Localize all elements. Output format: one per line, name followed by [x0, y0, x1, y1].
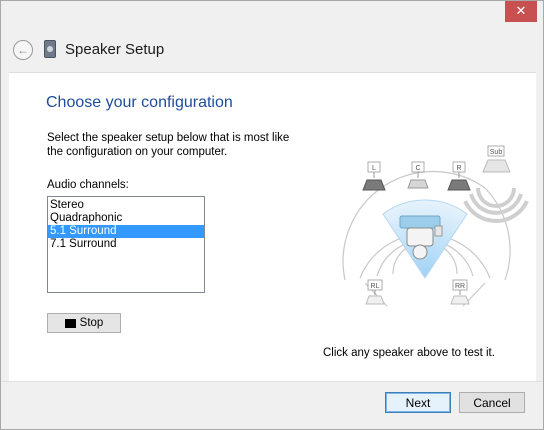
listener-head	[412, 244, 428, 260]
speaker-rear-right[interactable]: RR	[450, 279, 470, 305]
list-item-stereo[interactable]: Stereo	[48, 199, 204, 212]
speaker-center[interactable]: C	[407, 161, 429, 189]
audio-channels-list[interactable]: Stereo Quadraphonic 5.1 Surround 7.1 Sur…	[47, 196, 205, 293]
title-bar: ✕	[1, 1, 543, 31]
subwoofer-box	[434, 225, 443, 237]
speaker-front-right-label: R	[456, 165, 461, 172]
speaker-rear-right-label: RR	[455, 283, 465, 290]
audio-channels-label: Audio channels:	[47, 179, 129, 191]
speaker-subwoofer[interactable]: Sub	[463, 145, 529, 223]
back-arrow-icon: ←	[17, 43, 29, 57]
stop-button[interactable]: Stop	[47, 313, 121, 333]
list-item-5-1-surround[interactable]: 5.1 Surround	[48, 225, 204, 238]
cancel-button[interactable]: Cancel	[459, 392, 525, 413]
back-button[interactable]: ←	[13, 40, 33, 60]
speaker-front-left[interactable]: L	[362, 161, 386, 191]
speaker-icon	[44, 40, 56, 58]
next-button[interactable]: Next	[385, 392, 451, 413]
wizard-footer: Next Cancel	[1, 381, 543, 429]
listener-seat	[406, 227, 434, 247]
test-speaker-hint: Click any speaker above to test it.	[323, 347, 495, 359]
wizard-header: ← Speaker Setup	[1, 31, 543, 71]
wizard-title: Speaker Setup	[65, 41, 165, 58]
speaker-rear-left[interactable]: RL	[365, 279, 385, 305]
speaker-diagram: L C R Sub RL RR	[342, 145, 529, 307]
close-icon: ✕	[515, 4, 527, 19]
speaker-subwoofer-label: Sub	[490, 149, 503, 156]
close-button[interactable]: ✕	[505, 1, 537, 22]
speaker-front-right[interactable]: R	[447, 161, 471, 191]
stop-button-label: Stop	[79, 317, 104, 329]
speaker-center-label: C	[415, 165, 420, 172]
speaker-rear-left-label: RL	[371, 283, 380, 290]
subwoofer-sound-waves-icon	[463, 187, 529, 223]
speaker-setup-window: ✕ ← Speaker Setup Choose your configurat…	[0, 0, 544, 430]
speaker-front-left-label: L	[372, 165, 376, 172]
wizard-content: Choose your configuration Select the spe…	[9, 72, 536, 381]
listener-couch	[399, 215, 441, 229]
list-item-7-1-surround[interactable]: 7.1 Surround	[48, 238, 204, 251]
instruction-text: Select the speaker setup below that is m…	[47, 132, 290, 158]
stop-icon	[64, 318, 76, 328]
list-item-quadraphonic[interactable]: Quadraphonic	[48, 212, 204, 225]
page-heading: Choose your configuration	[46, 94, 233, 111]
